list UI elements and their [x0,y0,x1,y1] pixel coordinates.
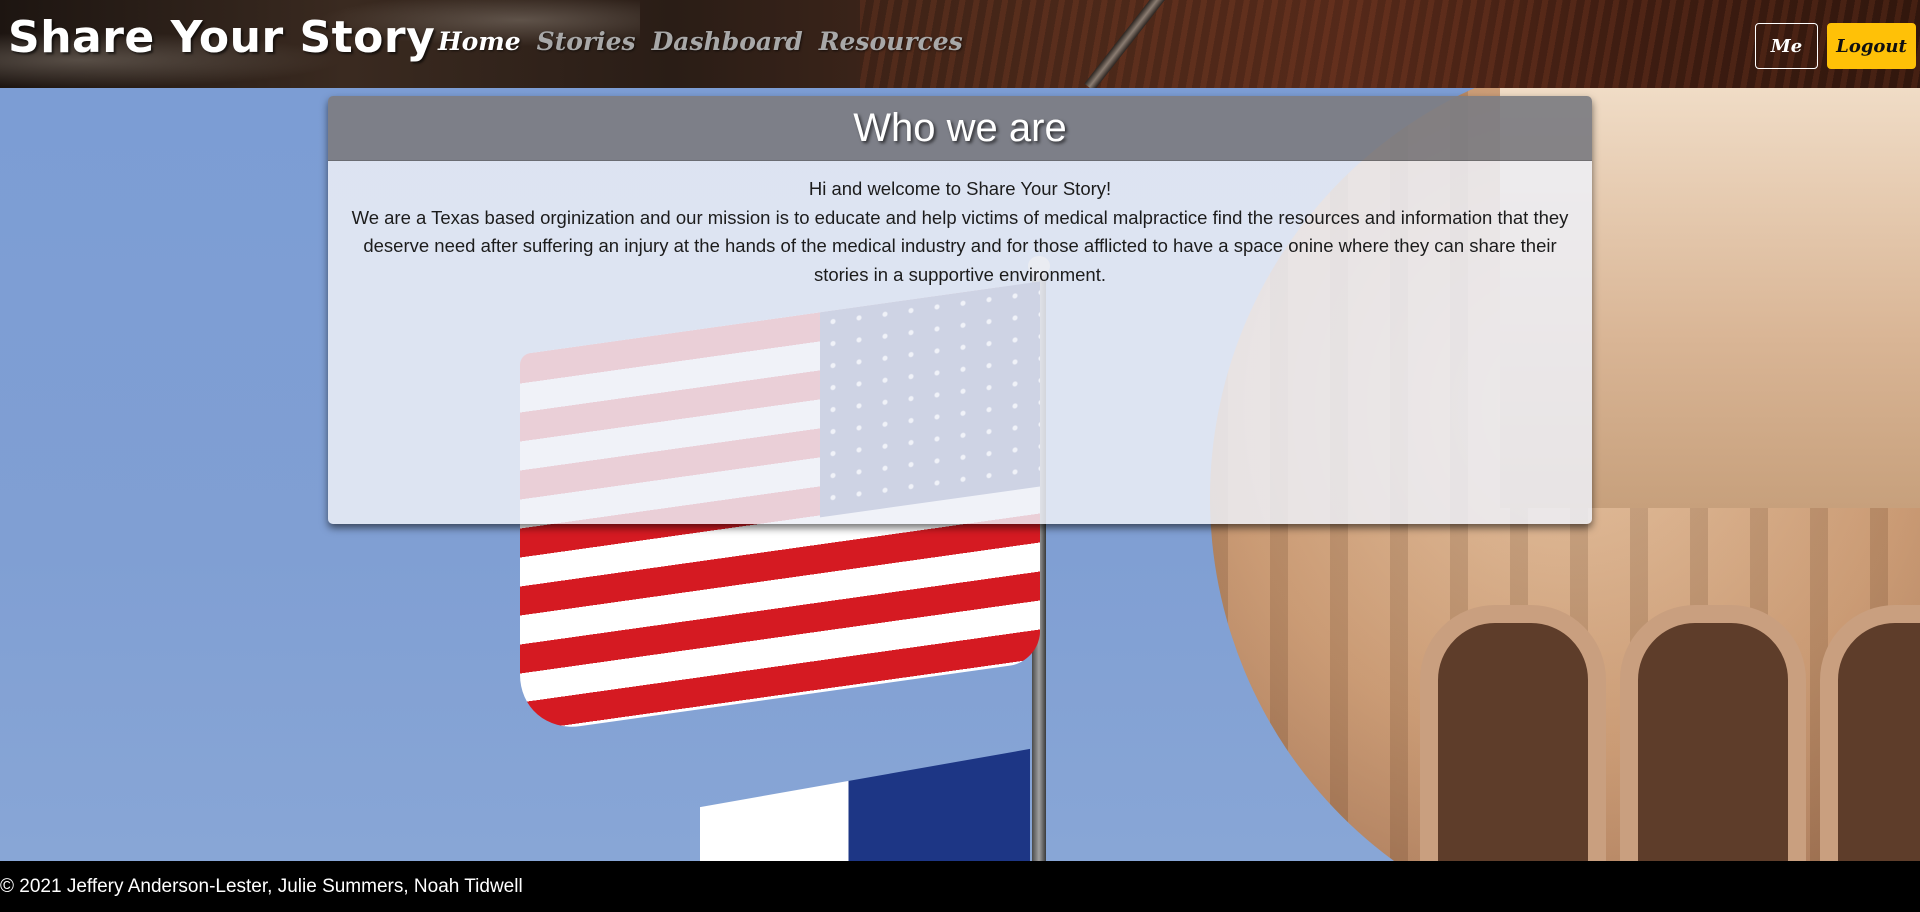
main-nav: Home Stories Dashboard Resources [438,24,963,60]
about-card: Who we are Hi and welcome to Share Your … [328,96,1592,524]
capitol-arch [1820,605,1920,861]
nav-home-link[interactable]: Home [438,24,521,60]
logout-button[interactable]: Logout [1827,23,1916,69]
footer: © 2021 Jeffery Anderson-Lester, Julie Su… [0,861,1920,912]
card-body: Hi and welcome to Share Your Story! We a… [328,161,1592,524]
mission-text: We are a Texas based orginization and ou… [351,206,1569,285]
card-header: Who we are [328,96,1592,161]
copyright-text: © 2021 Jeffery Anderson-Lester, Julie Su… [0,875,523,897]
capitol-arch [1620,605,1806,861]
brand-title[interactable]: Share Your Story [8,12,435,64]
card-title: Who we are [853,105,1067,150]
top-navbar: Share Your Story Home Stories Dashboard … [0,0,1920,88]
texas-flag [700,748,1030,861]
capitol-arch [1420,605,1606,861]
nav-resources-link[interactable]: Resources [819,24,963,60]
welcome-text: Hi and welcome to Share Your Story! [808,178,1112,199]
me-button[interactable]: Me [1755,23,1818,69]
nav-dashboard-link[interactable]: Dashboard [652,24,803,60]
nav-stories-link[interactable]: Stories [537,24,636,60]
